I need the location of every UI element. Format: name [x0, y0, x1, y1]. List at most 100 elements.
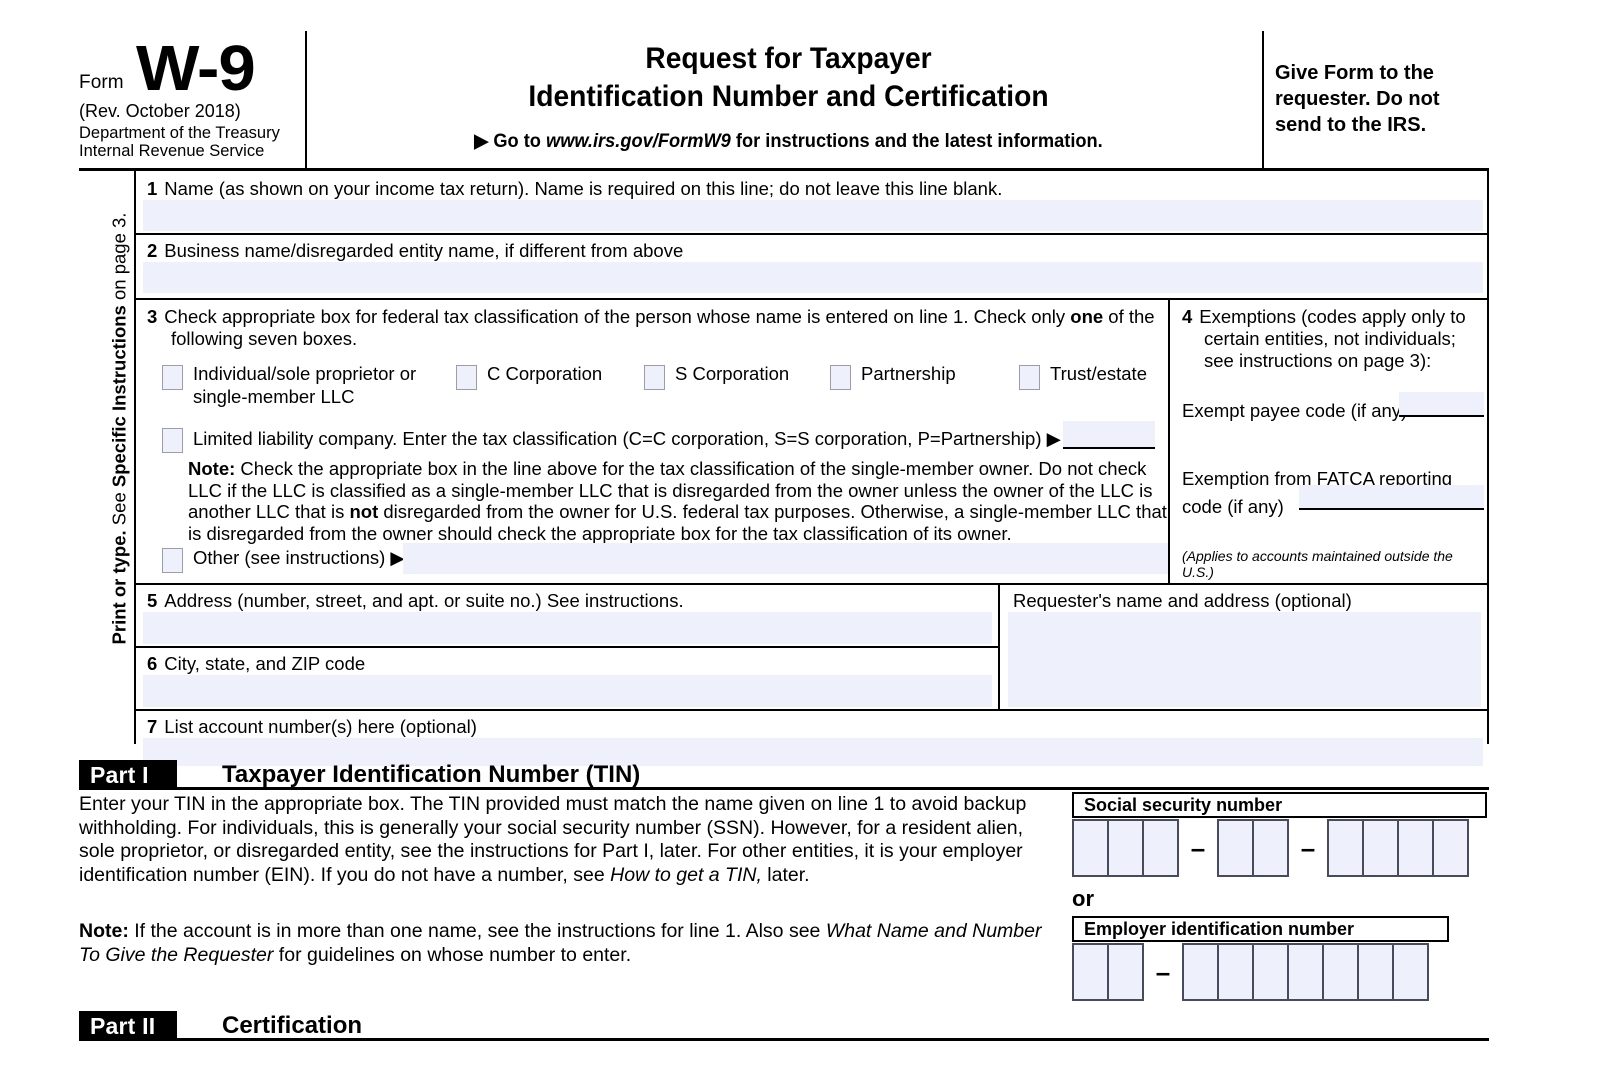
- part-1-title: Taxpayer Identification Number (TIN): [222, 761, 641, 788]
- checkbox-label-individual-sole-proprietor: Individual/sole proprietor or single-mem…: [193, 362, 428, 408]
- line-4-number: 4: [1182, 306, 1193, 327]
- line-1-name-input[interactable]: [143, 200, 1483, 231]
- sidebar-page-suffix: on page 3.: [108, 212, 130, 306]
- ein-digit-cell[interactable]: [1252, 943, 1289, 1001]
- part-1-body-italic: How to get a TIN,: [610, 863, 762, 886]
- checkbox-other[interactable]: [162, 548, 183, 573]
- part-1-body-tail: later.: [761, 863, 810, 886]
- line-6-label-text: City, state, and ZIP code: [164, 653, 366, 674]
- llc-tax-classification-input[interactable]: [1063, 421, 1155, 449]
- line-1-label: 1 Name (as shown on your income tax retur…: [147, 177, 1002, 200]
- line-7-block: 7 List account number(s) here (optional): [136, 711, 1489, 766]
- ein-digit-cell[interactable]: [1322, 943, 1359, 1001]
- checkbox-c-corporation[interactable]: [456, 365, 477, 390]
- line-3-heading: 3 Check appropriate box for federal tax c…: [147, 306, 1157, 350]
- ein-group-1: [1072, 943, 1144, 1001]
- ein-digit-cell[interactable]: [1287, 943, 1324, 1001]
- checkbox-label-partnership: Partnership: [861, 363, 956, 384]
- part-1-note-tail: for guidelines on whose number to enter.: [273, 943, 632, 966]
- line-5-label-text: Address (number, street, and apt. or sui…: [164, 590, 684, 611]
- line-4-footnote: (Applies to accounts maintained outside …: [1182, 548, 1453, 580]
- ein-digit-cell[interactable]: [1392, 943, 1429, 1001]
- ein-caption: Employer identification number: [1072, 916, 1449, 942]
- ssn-digit-cell[interactable]: [1327, 819, 1364, 877]
- form-number: W-9: [136, 32, 256, 104]
- ssn-digit-cell[interactable]: [1217, 819, 1254, 877]
- ein-digit-cell[interactable]: [1072, 943, 1109, 1001]
- ssn-digit-cell[interactable]: [1362, 819, 1399, 877]
- irs-website-line: ▶ Go to www.irs.gov/FormW9 for instructi…: [330, 130, 1247, 153]
- exempt-payee-code-input[interactable]: [1399, 392, 1484, 417]
- line-2-business-name-input[interactable]: [143, 262, 1483, 293]
- header-left-block: Form W-9 (Rev. October 2018) Department …: [79, 28, 304, 168]
- ssn-digit-grid[interactable]: – –: [1072, 819, 1469, 877]
- irs-website-url[interactable]: www.irs.gov/FormW9: [546, 131, 731, 152]
- line-7-label-text: List account number(s) here (optional): [164, 716, 477, 737]
- ssn-separator: –: [1300, 833, 1316, 863]
- ssn-group-2: [1217, 819, 1289, 877]
- line-5-address-input[interactable]: [143, 612, 992, 644]
- checkbox-s-corporation[interactable]: [644, 365, 665, 390]
- checkbox-limited-liability-company[interactable]: [162, 428, 183, 453]
- fatca-code-input[interactable]: [1299, 485, 1484, 510]
- part-1-note-text: If the account is in more than one name,…: [128, 920, 826, 942]
- checkbox-trust-estate[interactable]: [1019, 365, 1040, 390]
- ein-group-2: [1182, 943, 1429, 1001]
- ein-digit-grid[interactable]: –: [1072, 943, 1429, 1001]
- ein-digit-cell[interactable]: [1357, 943, 1394, 1001]
- line-7-number: 7: [147, 716, 158, 737]
- line-3-block: 3 Check appropriate box for federal tax c…: [136, 300, 1168, 583]
- line-6-city-state-zip-input[interactable]: [143, 675, 992, 707]
- line-5-block: 5 Address (number, street, and apt. or su…: [136, 585, 998, 646]
- part-1-body-text: Enter your TIN in the appropriate box. T…: [79, 793, 1044, 887]
- line-1-bottom-rule: [136, 233, 1487, 235]
- ssn-group-1: [1072, 819, 1179, 877]
- sidebar-print-or-type: Print or type.: [108, 530, 130, 645]
- ssn-digit-cell[interactable]: [1397, 819, 1434, 877]
- ssn-digit-cell[interactable]: [1432, 819, 1469, 877]
- checkbox-partnership[interactable]: [830, 365, 851, 390]
- ssn-digit-cell[interactable]: [1142, 819, 1179, 877]
- goto-arrow-prefix: ▶ Go to: [474, 131, 547, 152]
- line-3-note-bold-2: not: [349, 501, 379, 522]
- line-5-label: 5 Address (number, street, and apt. or su…: [147, 590, 684, 612]
- ein-digit-cell[interactable]: [1217, 943, 1254, 1001]
- ssn-digit-cell[interactable]: [1072, 819, 1109, 877]
- ssn-separator: –: [1190, 833, 1206, 863]
- line-7-label: 7 List account number(s) here (optional): [147, 716, 477, 738]
- ssn-digit-cell[interactable]: [1107, 819, 1144, 877]
- ssn-ein-or-label: or: [1072, 886, 1094, 911]
- line-3-number: 3: [147, 306, 158, 327]
- part-1-body-1: Enter your TIN in the appropriate box. T…: [79, 793, 1027, 886]
- checkbox-label-limited-liability-company: Limited liability company. Enter the tax…: [193, 428, 1061, 449]
- ssn-group-3: [1327, 819, 1469, 877]
- part-1-note: Note: If the account is in more than one…: [79, 920, 1044, 967]
- line-3-heading-a: Check appropriate box for federal tax cl…: [164, 306, 1071, 327]
- ein-digit-cell[interactable]: [1107, 943, 1144, 1001]
- line-2-number: 2: [147, 240, 158, 261]
- checkbox-individual-sole-proprietor[interactable]: [162, 365, 183, 390]
- line-1-label-text: Name (as shown on your income tax return…: [164, 178, 1003, 199]
- line-6-block: 6 City, state, and ZIP code: [136, 648, 998, 709]
- fatca-label-line-2: code (if any): [1182, 496, 1284, 517]
- requester-block: Requester's name and address (optional): [998, 585, 1489, 709]
- part-2-bar: Part II Certification: [79, 1011, 1489, 1041]
- form-title-line-2: Identification Number and Certification: [528, 80, 1049, 113]
- checkbox-label-c-corporation: C Corporation: [487, 363, 603, 384]
- print-or-type-sidebar: Print or type. See Specific Instructions…: [79, 171, 136, 744]
- ssn-digit-cell[interactable]: [1252, 819, 1289, 877]
- line-3-heading-one: one: [1070, 306, 1104, 327]
- form-body-box: 1 Name (as shown on your income tax retur…: [136, 171, 1489, 766]
- checkbox-label-trust-estate: Trust/estate: [1050, 363, 1147, 384]
- goto-suffix: for instructions and the latest informat…: [730, 131, 1103, 152]
- header-center-block: Request for Taxpayer Identification Numb…: [311, 28, 1266, 168]
- line-2-label-text: Business name/disregarded entity name, i…: [164, 240, 684, 261]
- checkbox-label-s-corporation: S Corporation: [675, 363, 790, 384]
- ein-digit-cell[interactable]: [1182, 943, 1219, 1001]
- other-classification-input[interactable]: [403, 543, 1168, 574]
- part-1-tag: Part I: [79, 760, 177, 790]
- department-line-1: Department of the Treasury: [79, 124, 280, 142]
- part-2-title: Certification: [222, 1012, 363, 1039]
- requester-name-address-input[interactable]: [1008, 612, 1481, 707]
- line-1-number: 1: [147, 178, 158, 199]
